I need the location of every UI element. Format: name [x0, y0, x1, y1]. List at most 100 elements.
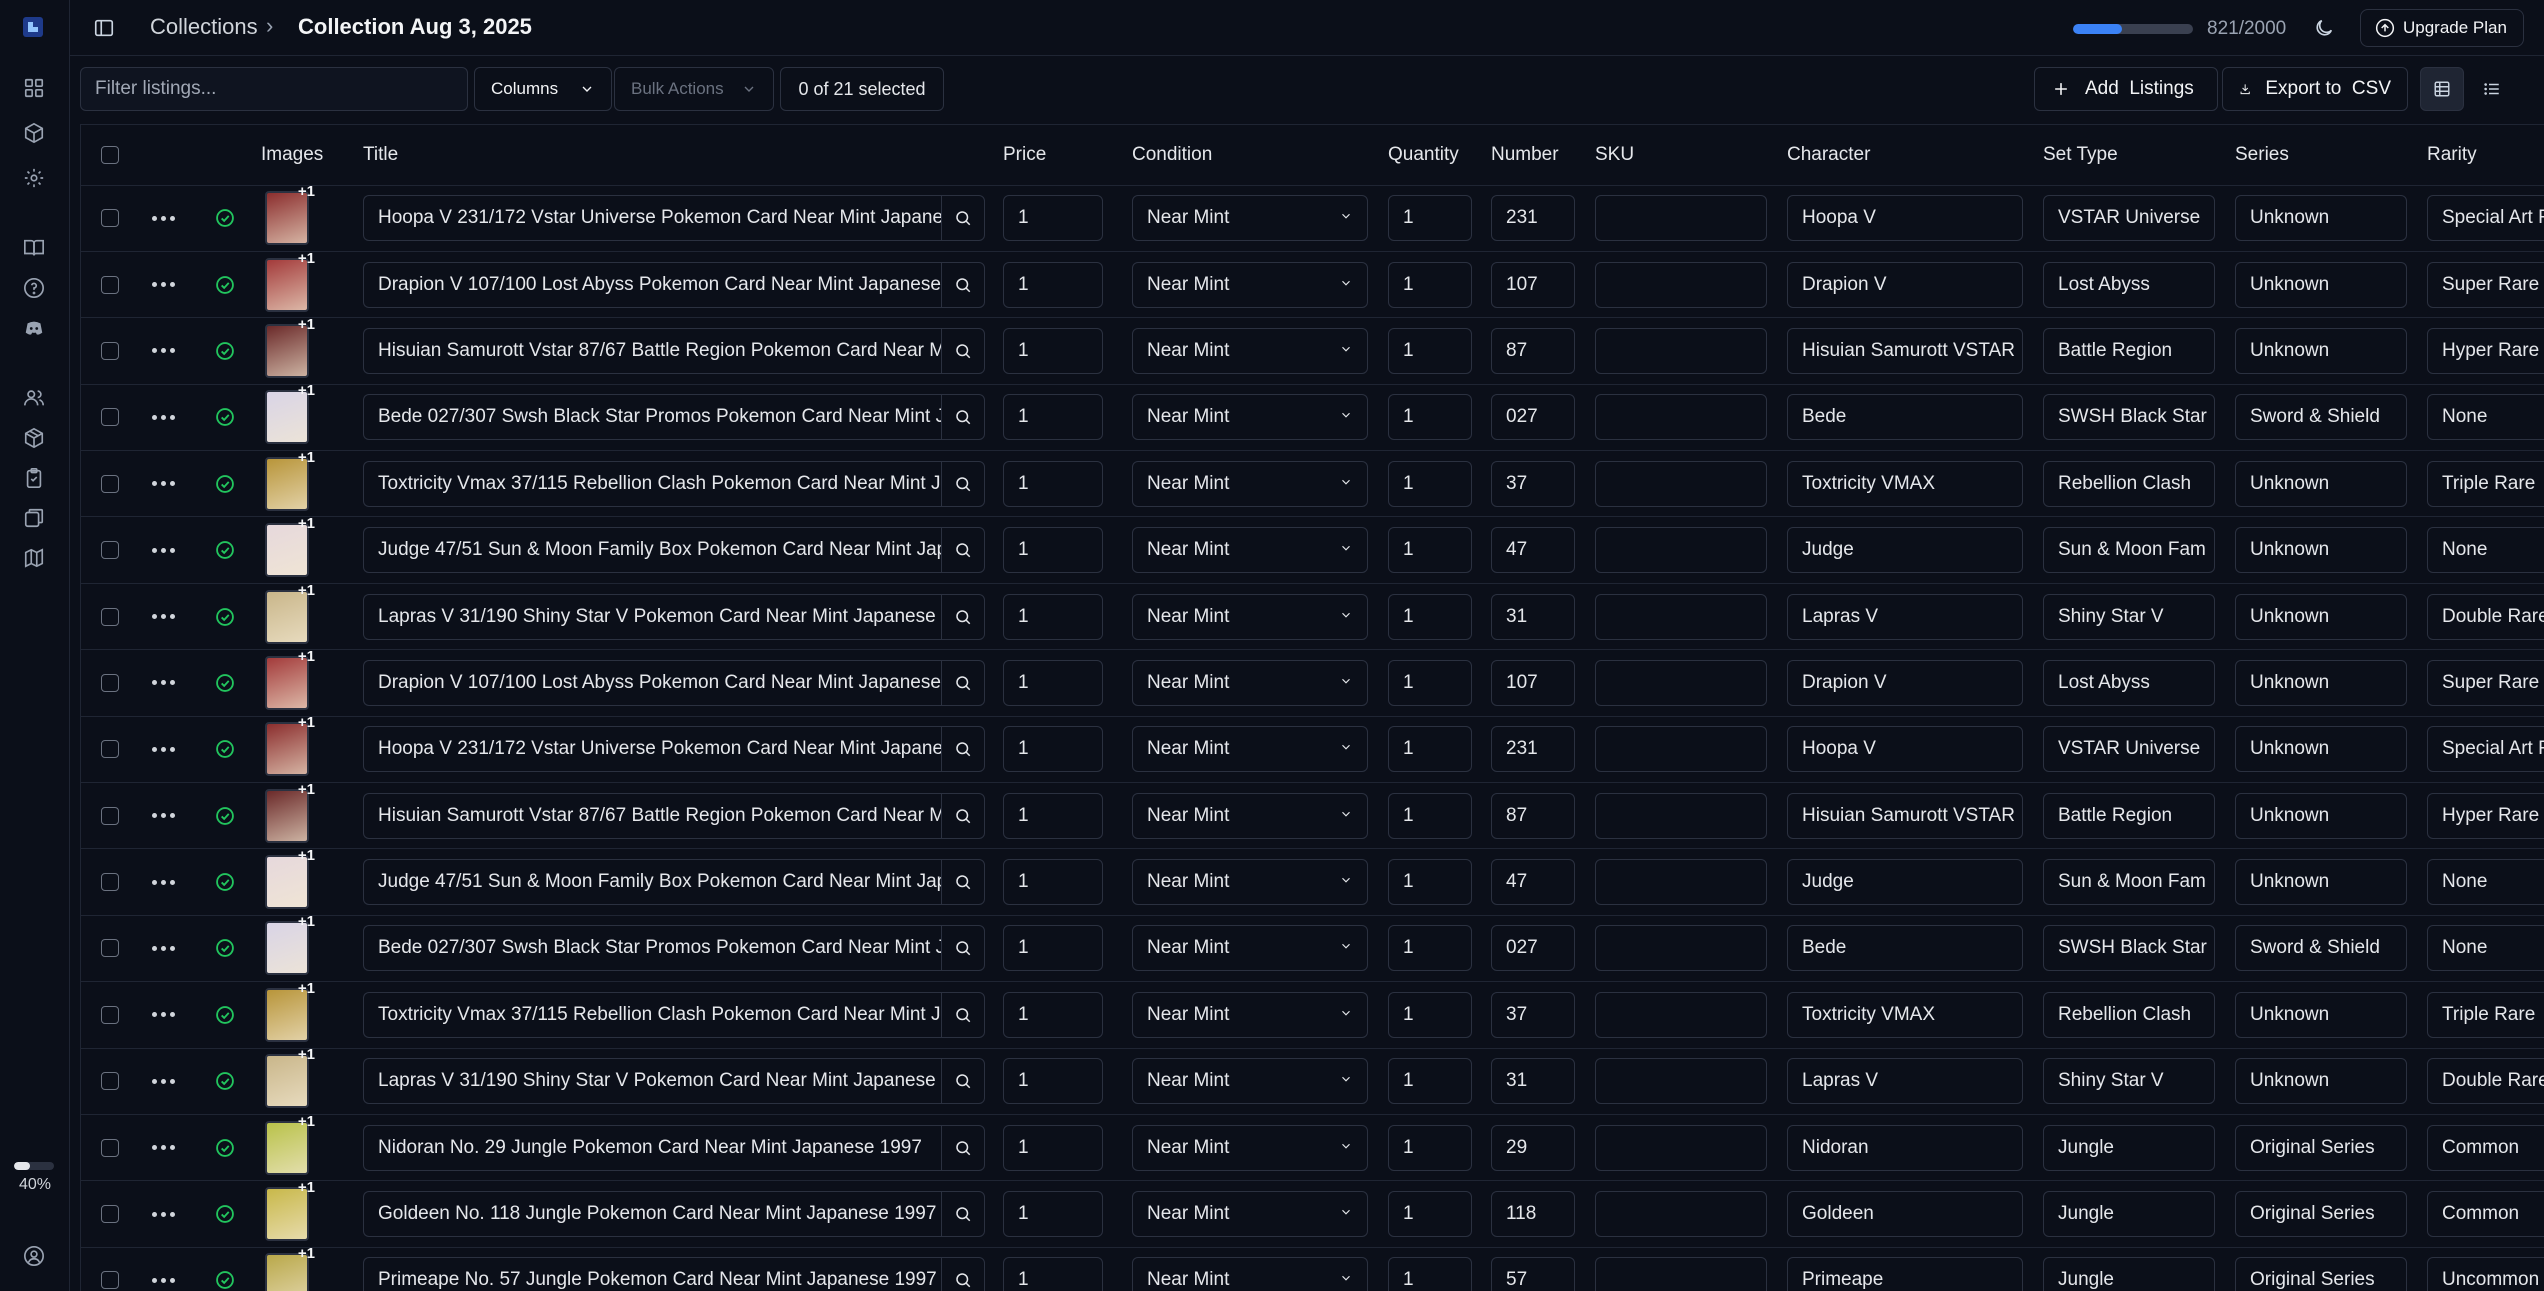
set-type-field[interactable]: Battle Region: [2043, 792, 2215, 839]
row-sku-cell[interactable]: [1589, 317, 1781, 385]
row-price-cell[interactable]: 1: [997, 1048, 1126, 1115]
row-condition-cell[interactable]: Near Mint: [1126, 915, 1382, 983]
set-type-field[interactable]: VSTAR Universe: [2043, 726, 2215, 773]
character-field[interactable]: Judge: [1787, 859, 2023, 906]
row-title-cell[interactable]: Judge 47/51 Sun & Moon Family Box Pokemo…: [357, 516, 997, 584]
column-header-series[interactable]: Series: [2229, 125, 2421, 186]
row-number-cell[interactable]: 107: [1485, 251, 1589, 319]
set-type-field[interactable]: Jungle: [2043, 1257, 2215, 1291]
row-images-cell[interactable]: +1: [255, 980, 357, 1049]
row-rarity-cell[interactable]: Double Rare: [2421, 1048, 2544, 1115]
row-actions-cell[interactable]: [131, 1114, 195, 1182]
user-icon[interactable]: [18, 1240, 50, 1272]
table-row[interactable]: +1 Judge 47/51 Sun & Moon Family Box Pok…: [81, 847, 2544, 916]
quantity-field[interactable]: 1: [1388, 659, 1472, 706]
row-sku-cell[interactable]: [1589, 185, 1781, 252]
character-field[interactable]: Bede: [1787, 925, 2023, 972]
set-type-field[interactable]: Jungle: [2043, 1191, 2215, 1238]
price-field[interactable]: 1: [1003, 1257, 1103, 1291]
row-quantity-cell[interactable]: 1: [1382, 450, 1485, 518]
set-type-field[interactable]: Lost Abyss: [2043, 261, 2215, 308]
set-type-field[interactable]: Shiny Star V: [2043, 1058, 2215, 1105]
character-field[interactable]: Hoopa V: [1787, 726, 2023, 773]
series-field[interactable]: Unknown: [2235, 527, 2407, 574]
sku-field[interactable]: [1595, 394, 1767, 441]
settings-icon[interactable]: [18, 162, 50, 194]
price-field[interactable]: 1: [1003, 1124, 1103, 1171]
condition-select[interactable]: Near Mint: [1132, 1191, 1368, 1238]
row-rarity-cell[interactable]: None: [2421, 915, 2544, 983]
card-thumbnail[interactable]: +1: [261, 1046, 315, 1110]
set-type-field[interactable]: Lost Abyss: [2043, 659, 2215, 706]
row-checkbox[interactable]: [101, 275, 119, 294]
rarity-field[interactable]: Super Rare: [2427, 261, 2544, 308]
rarity-field[interactable]: Triple Rare: [2427, 460, 2544, 507]
row-price-cell[interactable]: 1: [997, 1180, 1126, 1248]
row-actions-cell[interactable]: [131, 516, 195, 584]
row-series-cell[interactable]: Original Series: [2229, 1114, 2421, 1182]
row-number-cell[interactable]: 37: [1485, 450, 1589, 518]
row-title-cell[interactable]: Hoopa V 231/172 Vstar Universe Pokemon C…: [357, 185, 997, 252]
row-checkbox[interactable]: [101, 1271, 119, 1290]
row-character-cell[interactable]: Drapion V: [1781, 649, 2037, 717]
set-type-field[interactable]: Rebellion Clash: [2043, 991, 2215, 1038]
row-select-cell[interactable]: [81, 1048, 131, 1115]
price-field[interactable]: 1: [1003, 1191, 1103, 1238]
breadcrumb-collections[interactable]: Collections: [150, 14, 258, 40]
row-rarity-cell[interactable]: None: [2421, 384, 2544, 452]
more-options-icon[interactable]: [137, 680, 189, 686]
row-price-cell[interactable]: 1: [997, 981, 1126, 1049]
price-field[interactable]: 1: [1003, 659, 1103, 706]
row-character-cell[interactable]: Toxtricity VMAX: [1781, 450, 2037, 518]
row-sku-cell[interactable]: [1589, 583, 1781, 651]
listings-table-container[interactable]: Images Title Price Condition Quantity Nu…: [80, 124, 2544, 1291]
card-thumbnail[interactable]: +1: [261, 648, 315, 712]
number-field[interactable]: 31: [1491, 593, 1575, 640]
row-title-cell[interactable]: Hoopa V 231/172 Vstar Universe Pokemon C…: [357, 716, 997, 784]
row-set-type-cell[interactable]: VSTAR Universe: [2037, 716, 2229, 784]
row-set-type-cell[interactable]: Battle Region: [2037, 782, 2229, 850]
row-character-cell[interactable]: Nidoran: [1781, 1114, 2037, 1182]
row-condition-cell[interactable]: Near Mint: [1126, 384, 1382, 452]
quantity-field[interactable]: 1: [1388, 394, 1472, 441]
users-icon[interactable]: [18, 382, 50, 414]
discord-icon[interactable]: [18, 312, 50, 344]
row-checkbox[interactable]: [101, 740, 119, 759]
price-field[interactable]: 1: [1003, 527, 1103, 574]
row-select-cell[interactable]: [81, 915, 131, 983]
row-images-cell[interactable]: +1: [255, 582, 357, 651]
row-checkbox[interactable]: [101, 341, 119, 360]
search-icon[interactable]: [941, 925, 985, 972]
row-images-cell[interactable]: +1: [255, 515, 357, 584]
row-actions-cell[interactable]: [131, 251, 195, 319]
character-field[interactable]: Lapras V: [1787, 1058, 2023, 1105]
row-character-cell[interactable]: Bede: [1781, 384, 2037, 452]
rarity-field[interactable]: Common: [2427, 1124, 2544, 1171]
row-price-cell[interactable]: 1: [997, 251, 1126, 319]
row-actions-cell[interactable]: [131, 450, 195, 518]
quantity-field[interactable]: 1: [1388, 991, 1472, 1038]
number-field[interactable]: 37: [1491, 991, 1575, 1038]
number-field[interactable]: 47: [1491, 527, 1575, 574]
row-rarity-cell[interactable]: None: [2421, 848, 2544, 916]
row-rarity-cell[interactable]: None: [2421, 516, 2544, 584]
row-price-cell[interactable]: 1: [997, 1247, 1126, 1291]
row-number-cell[interactable]: 31: [1485, 1048, 1589, 1115]
sku-field[interactable]: [1595, 593, 1767, 640]
cards-icon[interactable]: [18, 502, 50, 534]
row-sku-cell[interactable]: [1589, 1247, 1781, 1291]
series-field[interactable]: Unknown: [2235, 1058, 2407, 1105]
rarity-field[interactable]: Triple Rare: [2427, 991, 2544, 1038]
row-actions-cell[interactable]: [131, 981, 195, 1049]
card-thumbnail[interactable]: +1: [261, 582, 315, 646]
set-type-field[interactable]: Sun & Moon Fam: [2043, 527, 2215, 574]
table-row[interactable]: +1 Hoopa V 231/172 Vstar Universe Pokemo…: [81, 183, 2544, 252]
row-series-cell[interactable]: Unknown: [2229, 583, 2421, 651]
row-character-cell[interactable]: Hoopa V: [1781, 185, 2037, 252]
row-quantity-cell[interactable]: 1: [1382, 915, 1485, 983]
title-field[interactable]: Primeape No. 57 Jungle Pokemon Card Near…: [363, 1257, 941, 1291]
row-select-cell[interactable]: [81, 1114, 131, 1182]
more-options-icon[interactable]: [137, 945, 189, 951]
more-options-icon[interactable]: [137, 547, 189, 553]
row-select-cell[interactable]: [81, 782, 131, 850]
